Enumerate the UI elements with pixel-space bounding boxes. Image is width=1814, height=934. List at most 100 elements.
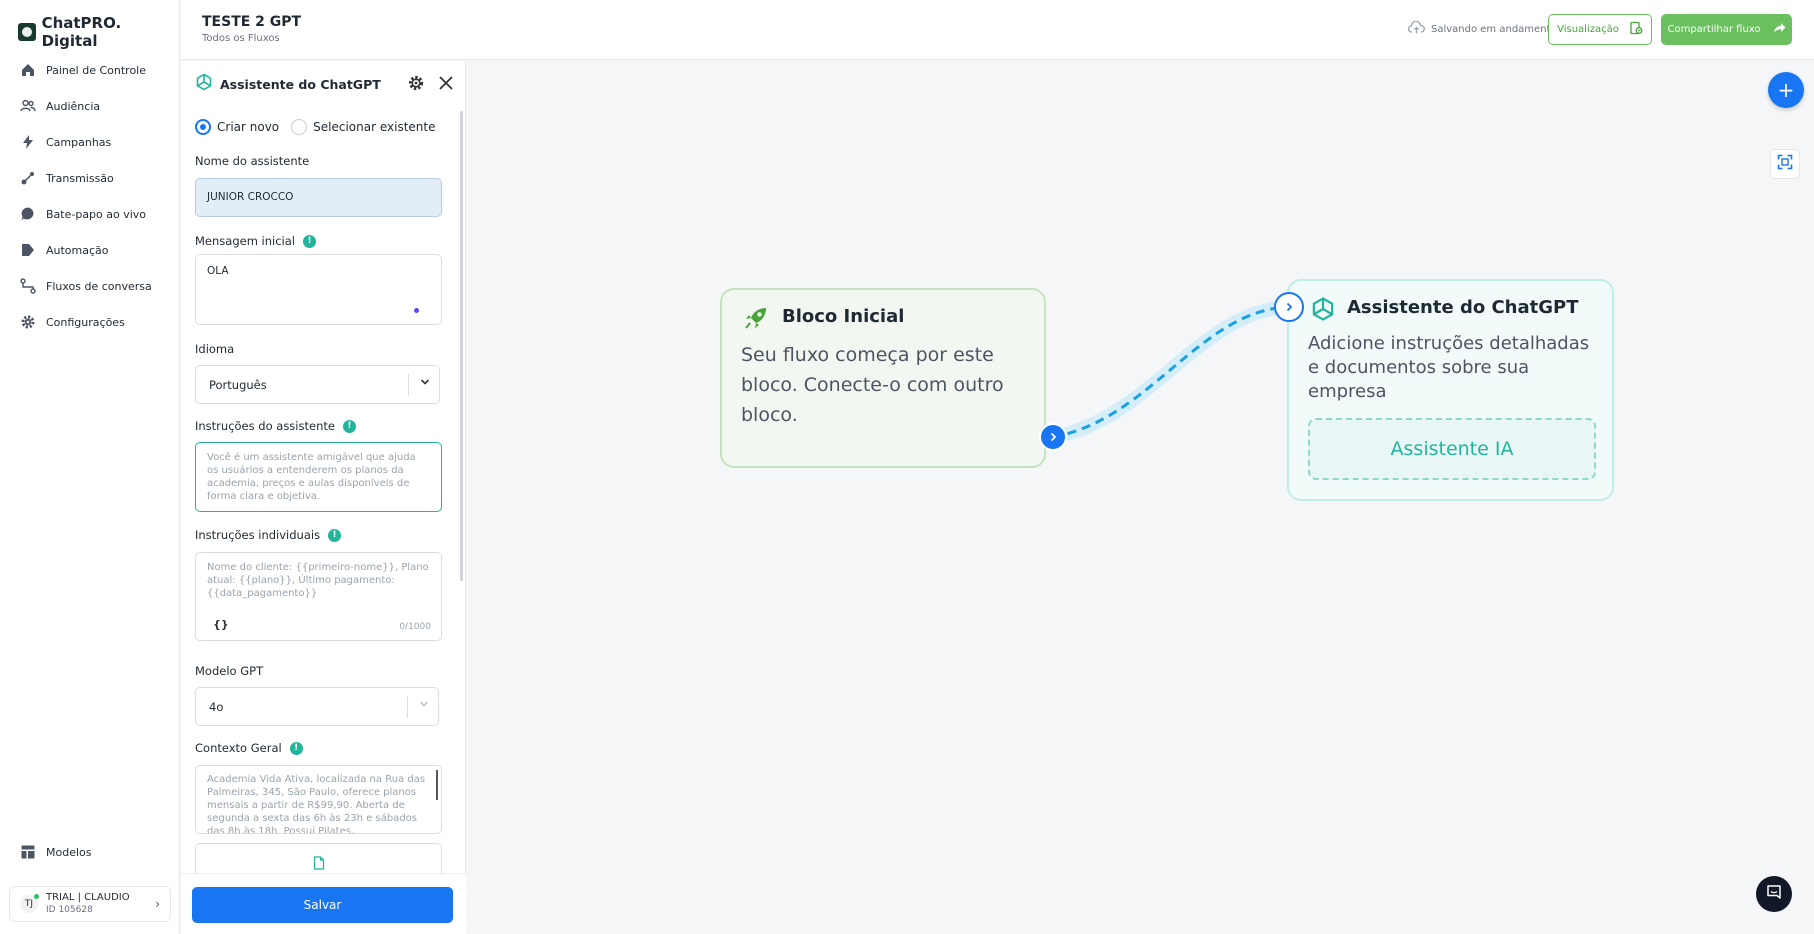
brand-name: ChatPRO. Digital <box>41 14 122 50</box>
radio-create-new-label: Criar novo <box>217 120 280 134</box>
sidebar-item-label: Transmissão <box>46 171 114 185</box>
chevron-down-icon <box>419 700 429 711</box>
radio-create-new[interactable]: Criar novo <box>195 119 279 135</box>
output-port-chevron-icon[interactable] <box>1039 423 1067 451</box>
gpt-model-label-text: Modelo GPT <box>195 664 264 678</box>
chatgpt-assistant-node[interactable]: Assistente do ChatGPT Adicione instruçõe… <box>1287 279 1614 501</box>
start-block-node[interactable]: Bloco Inicial Seu fluxo começa por este … <box>720 288 1046 468</box>
chat-support-icon <box>1765 883 1783 905</box>
sidebar-item-campanhas[interactable]: Campanhas <box>0 124 180 160</box>
flow-canvas[interactable] <box>467 61 1814 934</box>
info-icon[interactable]: ! <box>342 419 356 433</box>
assistant-instructions-textarea[interactable]: Você é um assistente amigável que ajuda … <box>195 442 442 512</box>
gpt-model-select[interactable]: 4o <box>195 687 439 726</box>
general-context-textarea[interactable]: Academia Vida Ativa, localizada na Rua d… <box>195 765 442 834</box>
sidebar-item-modelos[interactable]: Modelos <box>0 834 180 870</box>
settings-gear-icon[interactable] <box>407 74 425 92</box>
page-title: TESTE 2 GPT <box>202 14 302 30</box>
chatgpt-node-text: Adicione instruções detalhadas e documen… <box>1308 333 1590 402</box>
language-label: Idioma <box>195 342 234 356</box>
sidebar-item-label: Bate-papo ao vivo <box>46 207 147 221</box>
breadcrumb[interactable]: Todos os Fluxos <box>202 33 280 44</box>
sidebar-item-label: Configurações <box>46 315 125 329</box>
sidebar-item-label: Painel de Controle <box>46 63 147 77</box>
textarea-scrollbar[interactable] <box>436 770 438 800</box>
gear-icon <box>20 314 36 330</box>
language-label-text: Idioma <box>195 342 235 356</box>
input-port-chevron-icon[interactable] <box>1274 292 1304 322</box>
assistant-name-input[interactable]: JUNIOR CROCCO <box>195 178 442 217</box>
share-flow-button[interactable]: Compartilhar fluxo <box>1661 14 1792 45</box>
sidebar: ChatPRO. Digital Painel de Controle Audi… <box>0 0 180 934</box>
info-icon[interactable]: ! <box>289 741 303 755</box>
select-divider <box>408 374 409 396</box>
sidebar-bottom: Modelos <box>0 834 180 870</box>
share-label: Compartilhar fluxo <box>1667 24 1761 35</box>
bolt-icon <box>20 134 36 150</box>
fit-view-button[interactable] <box>1770 149 1800 179</box>
assistant-name-label-text: Nome do assistente <box>195 154 310 168</box>
sidebar-item-configuracoes[interactable]: Configurações <box>0 304 180 340</box>
general-context-label-text: Contexto Geral <box>195 741 282 755</box>
individual-instructions-textarea[interactable]: Nome do cliente: {{primeiro-nome}}, Plan… <box>195 552 442 641</box>
start-block-text: Seu fluxo começa por este bloco. Conecte… <box>741 344 1004 426</box>
initial-message-textarea[interactable]: OLA <box>195 254 442 325</box>
home-icon <box>20 62 36 78</box>
brand-logo-icon <box>18 23 36 41</box>
chatgpt-icon <box>1309 295 1337 327</box>
radio-select-existing[interactable]: Selecionar existente <box>291 119 435 135</box>
chevron-right-icon: › <box>155 897 160 911</box>
chatgpt-node-title: Assistente do ChatGPT <box>1347 297 1579 318</box>
sidebar-item-label: Campanhas <box>46 135 112 149</box>
sidebar-item-fluxos[interactable]: Fluxos de conversa <box>0 268 180 304</box>
assistant-mode-radio-group: Criar novo Selecionar existente <box>195 119 435 135</box>
support-chat-button[interactable] <box>1756 876 1792 912</box>
general-context-placeholder: Academia Vida Ativa, localizada na Rua d… <box>207 774 426 834</box>
preview-button[interactable]: Visualização <box>1548 14 1652 45</box>
chevron-down-icon <box>420 378 430 389</box>
assistant-name-value: JUNIOR CROCCO <box>207 191 294 203</box>
panel-body: Criar novo Selecionar existente Nome do … <box>181 107 466 873</box>
file-upload-dropzone[interactable] <box>195 843 442 873</box>
user-name: TRIAL | CLAUDIO <box>46 892 130 903</box>
sidebar-item-label: Audiência <box>46 99 101 113</box>
gpt-model-label: Modelo GPT <box>195 664 263 678</box>
sidebar-item-bate-papo[interactable]: Bate-papo ao vivo <box>0 196 180 232</box>
user-card[interactable]: TJ TRIAL | CLAUDIO ID 105628 › <box>9 886 171 922</box>
ai-assistant-slot[interactable]: Assistente IA <box>1308 418 1596 480</box>
info-icon[interactable]: ! <box>303 234 316 248</box>
sidebar-item-painel[interactable]: Painel de Controle <box>0 52 180 88</box>
sidebar-item-audiencia[interactable]: Audiência <box>0 88 180 124</box>
individual-instructions-label-text: Instruções individuais <box>195 528 321 542</box>
assistant-name-label: Nome do assistente <box>195 154 309 168</box>
save-button[interactable]: Salvar <box>192 887 453 923</box>
panel-scrollbar[interactable] <box>460 111 463 581</box>
file-icon <box>313 856 325 872</box>
emoji-dot-icon <box>414 308 419 313</box>
plus-icon: + <box>1777 78 1795 102</box>
assistant-instructions-placeholder: Você é um assistente amigável que ajuda … <box>207 452 416 502</box>
users-icon <box>20 98 36 114</box>
variables-braces-button[interactable]: {} <box>213 618 229 631</box>
start-block-title: Bloco Inicial <box>782 306 905 327</box>
initial-message-label-text: Mensagem inicial <box>195 234 295 248</box>
saving-status-text: Salvando em andamento <box>1431 23 1557 35</box>
expand-icon <box>1777 154 1793 174</box>
brand[interactable]: ChatPRO. Digital <box>18 14 179 50</box>
share-icon <box>1773 22 1786 37</box>
add-block-button[interactable]: + <box>1768 72 1804 108</box>
rocket-icon <box>742 304 770 336</box>
sidebar-item-transmissao[interactable]: Transmissão <box>0 160 180 196</box>
assistant-instructions-label: Instruções do assistente ! <box>195 419 356 433</box>
chat-icon <box>20 206 36 222</box>
sidebar-item-automacao[interactable]: Automação <box>0 232 180 268</box>
language-select[interactable]: Português <box>195 365 440 404</box>
close-icon[interactable] <box>437 74 455 92</box>
sidebar-item-label: Modelos <box>46 845 92 859</box>
user-id: ID 105628 <box>46 905 93 915</box>
radio-select-existing-label: Selecionar existente <box>313 120 436 134</box>
info-icon[interactable]: ! <box>328 528 342 542</box>
avatar: TJ <box>20 894 39 913</box>
language-value: Português <box>209 377 267 392</box>
radio-unchecked-icon <box>291 119 308 135</box>
